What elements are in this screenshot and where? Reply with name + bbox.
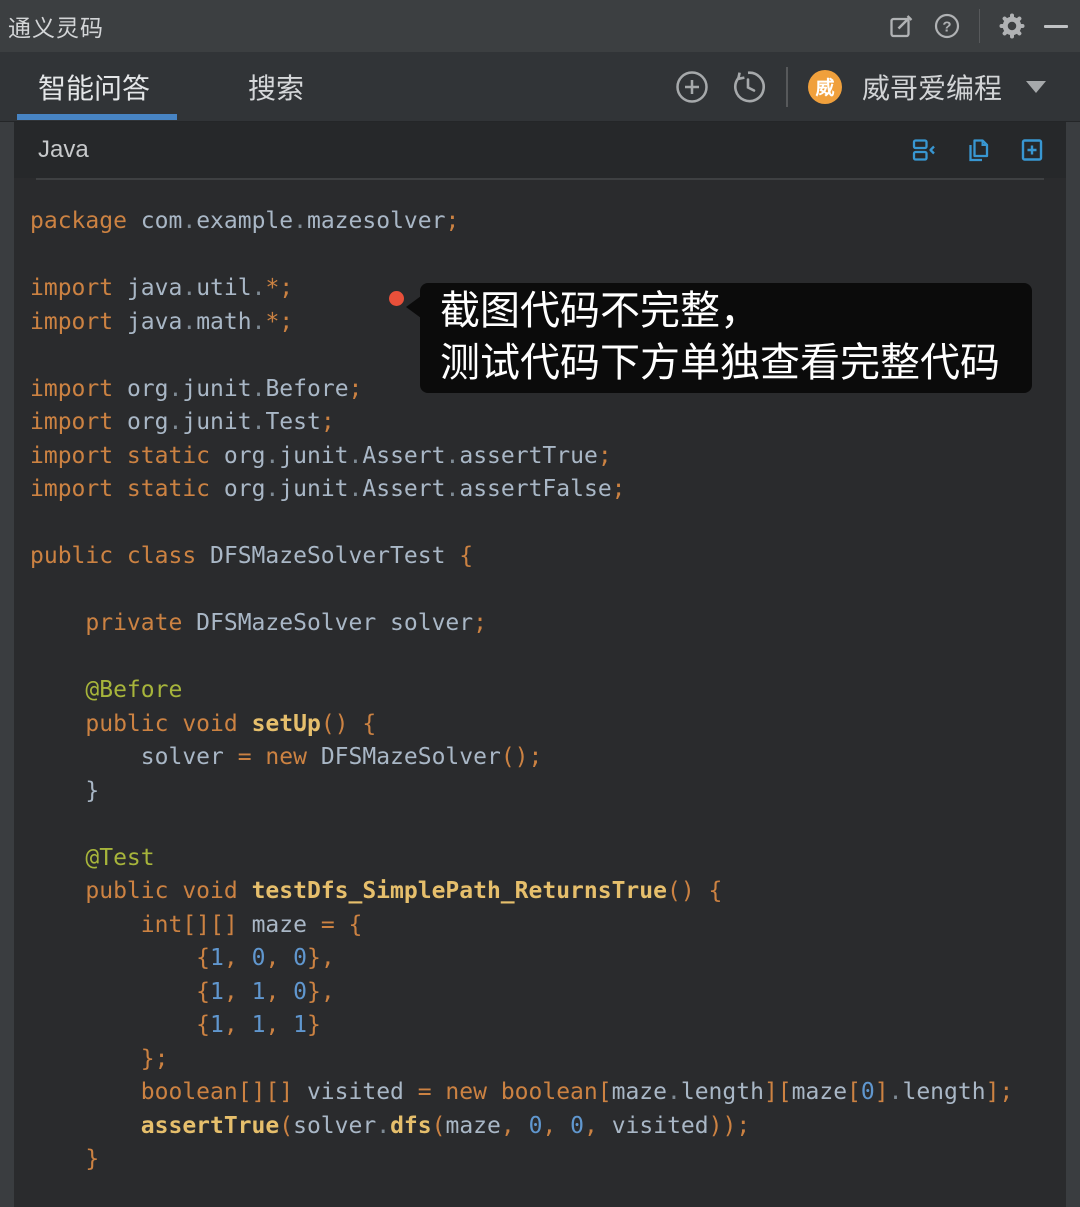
code-line: assertTrue(solver.dfs(maze, 0, 0, visite… bbox=[30, 1112, 751, 1139]
tabbar: 智能问答 搜索 威 威哥爱编程 bbox=[0, 52, 1080, 122]
avatar-letter: 威 bbox=[815, 78, 835, 99]
tabbar-divider bbox=[785, 66, 788, 107]
code-line: {1, 1, 0}, bbox=[30, 978, 335, 1005]
code-line: } bbox=[30, 1146, 100, 1172]
code-line: public class DFSMazeSolverTest { bbox=[30, 543, 474, 569]
code-actions bbox=[910, 136, 1046, 164]
code-line: private DFSMazeSolver solver; bbox=[30, 610, 487, 636]
tooltip-notch bbox=[406, 296, 421, 318]
chat-answer-area: Java package com.example.mazesolver; imp… bbox=[0, 122, 1080, 1207]
tooltip-line: 截图代码不完整， bbox=[440, 289, 760, 333]
code-line: @Before bbox=[30, 677, 183, 703]
username-label: 威哥爱编程 bbox=[861, 72, 1002, 104]
code-line: public void setUp() { bbox=[30, 710, 377, 737]
code-line: import org.junit.Test; bbox=[30, 409, 335, 435]
titlebar: 通义灵码 ? bbox=[0, 0, 1080, 52]
active-tab-underline bbox=[17, 114, 177, 120]
new-chat-plus-icon[interactable] bbox=[674, 69, 710, 105]
incomplete-code-tooltip: 截图代码不完整， 测试代码下方单独查看完整代码 bbox=[406, 283, 1032, 393]
code-line: @Test bbox=[30, 844, 155, 871]
new-file-plus-icon[interactable] bbox=[1018, 136, 1046, 164]
tab-search-label: 搜索 bbox=[248, 72, 305, 104]
code-panel-header: Java bbox=[14, 122, 1066, 178]
history-icon[interactable] bbox=[730, 69, 766, 105]
user-avatar[interactable]: 威 bbox=[807, 69, 842, 104]
insert-code-icon[interactable] bbox=[910, 136, 938, 164]
code-line: } bbox=[30, 777, 100, 804]
code-line: import static org.junit.Assert.assertFal… bbox=[30, 476, 626, 502]
code-line: package com.example.mazesolver; bbox=[30, 208, 460, 234]
tab-search[interactable]: 搜索 bbox=[238, 52, 314, 121]
code-line: solver = new DFSMazeSolver(); bbox=[30, 744, 543, 770]
tab-smart-qa[interactable]: 智能问答 bbox=[17, 52, 177, 121]
code-line: int[][] maze = { bbox=[30, 911, 363, 938]
settings-gear-icon[interactable] bbox=[998, 12, 1026, 40]
code-language-label: Java bbox=[38, 136, 89, 163]
svg-text:?: ? bbox=[942, 19, 951, 36]
code-line: public void testDfs_SimplePath_ReturnsTr… bbox=[30, 878, 723, 904]
tooltip-line: 测试代码下方单独查看完整代码 bbox=[440, 341, 1000, 385]
help-icon[interactable]: ? bbox=[933, 12, 961, 40]
tabbar-actions: 威 威哥爱编程 bbox=[674, 66, 1080, 107]
tab-smart-qa-label: 智能问答 bbox=[38, 72, 151, 104]
new-conversation-icon[interactable] bbox=[887, 12, 915, 40]
app-title: 通义灵码 bbox=[8, 15, 104, 41]
titlebar-actions: ? bbox=[887, 9, 1072, 43]
code-line: {1, 1, 1} bbox=[30, 1012, 321, 1038]
code-line: {1, 0, 0}, bbox=[30, 945, 335, 971]
incomplete-code-alert-dot[interactable] bbox=[389, 291, 404, 306]
copy-code-icon[interactable] bbox=[964, 136, 992, 164]
code-line: boolean[][] visited = new boolean[maze.l… bbox=[30, 1079, 1014, 1105]
account-dropdown-caret-icon[interactable] bbox=[1026, 80, 1046, 93]
titlebar-divider bbox=[979, 9, 980, 43]
code-line: }; bbox=[30, 1045, 169, 1072]
tongyi-lingma-panel: 通义灵码 ? 智能问答 搜索 威 威哥爱编程 Java package com.… bbox=[0, 0, 1080, 1207]
minimize-icon[interactable] bbox=[1044, 24, 1068, 28]
code-line: import static org.junit.Assert.assertTru… bbox=[30, 442, 612, 469]
